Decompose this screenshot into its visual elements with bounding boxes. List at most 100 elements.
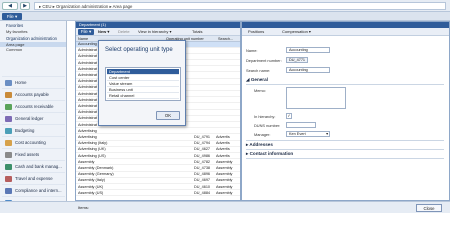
- close-button[interactable]: Close: [416, 204, 442, 212]
- back-button[interactable]: ◀: [2, 2, 18, 10]
- dept-number-label: Department number:: [246, 58, 282, 63]
- memo-field[interactable]: [286, 87, 346, 109]
- contact-section-header[interactable]: ▸ Contact information: [246, 151, 293, 157]
- row-dept-cell: Advertis: [216, 147, 230, 152]
- option-retail-channel[interactable]: Retail channel: [107, 93, 179, 99]
- module-travel-expense[interactable]: Travel and expense: [2, 172, 65, 184]
- row-dept-cell: Assembly: [216, 166, 233, 170]
- dept-number-field[interactable]: DU_4771: [286, 57, 308, 63]
- assets-icon: [5, 152, 12, 158]
- status-bar: Items: Close: [0, 201, 450, 213]
- row-name-cell: Administrat: [78, 91, 97, 96]
- row-dept-cell: Assembly: [216, 184, 233, 189]
- payable-icon: [5, 92, 12, 98]
- table-row[interactable]: Advertising DU_4791 Advertis: [76, 135, 240, 141]
- receivable-icon: [5, 104, 12, 110]
- table-row[interactable]: Assembly (Germany) DU_4896 Assembly: [76, 172, 240, 178]
- row-name-cell: Administrat: [78, 85, 97, 90]
- view-hierarchy-button[interactable]: View in hierarchy ▾: [138, 28, 172, 36]
- row-dept-cell: Assembly: [216, 159, 233, 164]
- totals-button[interactable]: Totals: [192, 28, 202, 36]
- row-name-cell: Administrat: [78, 97, 97, 102]
- row-name-cell: Accounting: [78, 42, 97, 46]
- table-row[interactable]: Assembly (UK) DU_4610 Assembly: [76, 185, 240, 191]
- row-dept-cell: Advertis: [216, 153, 230, 158]
- detail-toolbar: Positions Compensation ▾: [242, 28, 449, 36]
- in-hierarchy-label: In hierarchy:: [254, 114, 276, 119]
- row-unit-cell: DU_4794: [194, 141, 211, 146]
- table-row[interactable]: Advertising (Italy) DU_4794 Advertis: [76, 141, 240, 147]
- dialog-title: Select operating unit type: [105, 47, 173, 53]
- row-name-cell: Administrat: [78, 73, 97, 77]
- row-unit-cell: DU_4986: [194, 153, 211, 158]
- table-row[interactable]: Assembly (Italy) DU_4697 Assembly: [76, 178, 240, 184]
- module-cash-bank[interactable]: Cash and bank manag...: [2, 160, 65, 172]
- new-button[interactable]: New ▾: [98, 28, 109, 36]
- module-fixed-assets[interactable]: Fixed assets: [2, 148, 65, 160]
- module-accounts-receivable[interactable]: Accounts receivable: [2, 100, 65, 112]
- table-row[interactable]: Assembly (US) DU_4884 Assembly: [76, 191, 240, 197]
- unit-type-list: Department Cost center Value stream Busi…: [105, 67, 181, 101]
- positions-button[interactable]: Positions: [248, 28, 264, 36]
- in-hierarchy-checkbox[interactable]: ✓: [286, 113, 292, 119]
- row-name-cell: Assembly (Germany): [78, 172, 114, 177]
- cash-icon: [5, 164, 12, 170]
- list-file-button[interactable]: File ▾: [78, 29, 94, 35]
- navigation-pane: Favorites My favorites Organization admi…: [0, 21, 67, 213]
- main-file-bar: File ▾: [0, 12, 450, 21]
- table-row[interactable]: Advertising (UK) DU_4627 Advertis: [76, 147, 240, 153]
- breadcrumb[interactable]: ▸ CEU ▸ Organization administration ▸ Ar…: [34, 2, 446, 10]
- row-name-cell: Assembly (UK): [78, 184, 104, 189]
- home-icon: [5, 80, 12, 86]
- common-link[interactable]: Common: [0, 47, 66, 52]
- row-name-cell: Assembly (US): [78, 190, 104, 195]
- row-name-cell: Assembly (Denmark): [78, 166, 114, 170]
- search-name-field[interactable]: Accounting: [286, 67, 330, 73]
- row-name-cell: Advertising: [78, 128, 97, 133]
- section-divider: [246, 149, 444, 150]
- manager-label: Manager:: [254, 132, 271, 137]
- row-dept-cell: Advertis: [216, 141, 230, 146]
- row-name-cell: Administrat: [78, 48, 97, 53]
- row-name-cell: Administrat: [78, 60, 97, 65]
- select-unit-type-dialog: Select operating unit type Department Co…: [98, 40, 186, 126]
- forward-button[interactable]: ▶: [20, 2, 30, 10]
- name-field[interactable]: Accounting: [286, 47, 330, 53]
- memo-label: Memo:: [254, 88, 266, 93]
- row-name-cell: Administrat: [78, 66, 97, 71]
- row-name-cell: Advertising (US): [78, 153, 106, 158]
- duns-label: DUNS number:: [254, 123, 281, 128]
- name-label: Name:: [246, 48, 258, 53]
- module-budgeting[interactable]: Budgeting: [2, 124, 65, 136]
- table-row[interactable]: Advertising (US) DU_4986 Advertis: [76, 154, 240, 160]
- row-unit-cell: DU_4738: [194, 166, 211, 170]
- section-divider: [246, 158, 444, 159]
- module-compliance[interactable]: Compliance and intern...: [2, 184, 65, 196]
- general-section-header[interactable]: ◢ General: [246, 77, 268, 83]
- table-row[interactable]: Assembly DU_4782 Assembly: [76, 160, 240, 166]
- my-favorites-link[interactable]: My favorites: [0, 29, 66, 34]
- module-general-ledger[interactable]: General ledger: [2, 112, 65, 124]
- file-menu-button[interactable]: File ▾: [2, 13, 22, 20]
- chevron-down-icon[interactable]: ▾: [326, 132, 328, 136]
- module-home[interactable]: Home: [2, 76, 65, 88]
- row-unit-cell: DU_4782: [194, 159, 211, 164]
- module-accounts-payable[interactable]: Accounts payable: [2, 88, 65, 100]
- department-detail-pane: Positions Compensation ▾ Name: Accountin…: [241, 21, 450, 201]
- duns-field[interactable]: [286, 122, 316, 128]
- compensation-button[interactable]: Compensation ▾: [282, 28, 311, 36]
- row-unit-cell: DU_4884: [194, 190, 211, 195]
- module-cost-accounting[interactable]: Cost accounting: [2, 136, 65, 148]
- row-name-cell: Advertising (UK): [78, 147, 106, 152]
- table-row[interactable]: Advertising: [76, 129, 240, 135]
- row-name-cell: Administrat: [78, 110, 97, 115]
- budget-icon: [5, 128, 12, 134]
- addresses-section-header[interactable]: ▸ Addresses: [246, 142, 273, 148]
- ok-button[interactable]: OK: [156, 111, 180, 120]
- delete-button[interactable]: Delete: [118, 28, 130, 36]
- row-unit-cell: DU_4791: [194, 135, 211, 139]
- manager-field[interactable]: Ken Evert ▾: [286, 131, 330, 137]
- table-row[interactable]: Assembly (Denmark) DU_4738 Assembly: [76, 166, 240, 172]
- row-dept-cell: Assembly: [216, 172, 233, 177]
- row-name-cell: Assembly: [78, 159, 95, 164]
